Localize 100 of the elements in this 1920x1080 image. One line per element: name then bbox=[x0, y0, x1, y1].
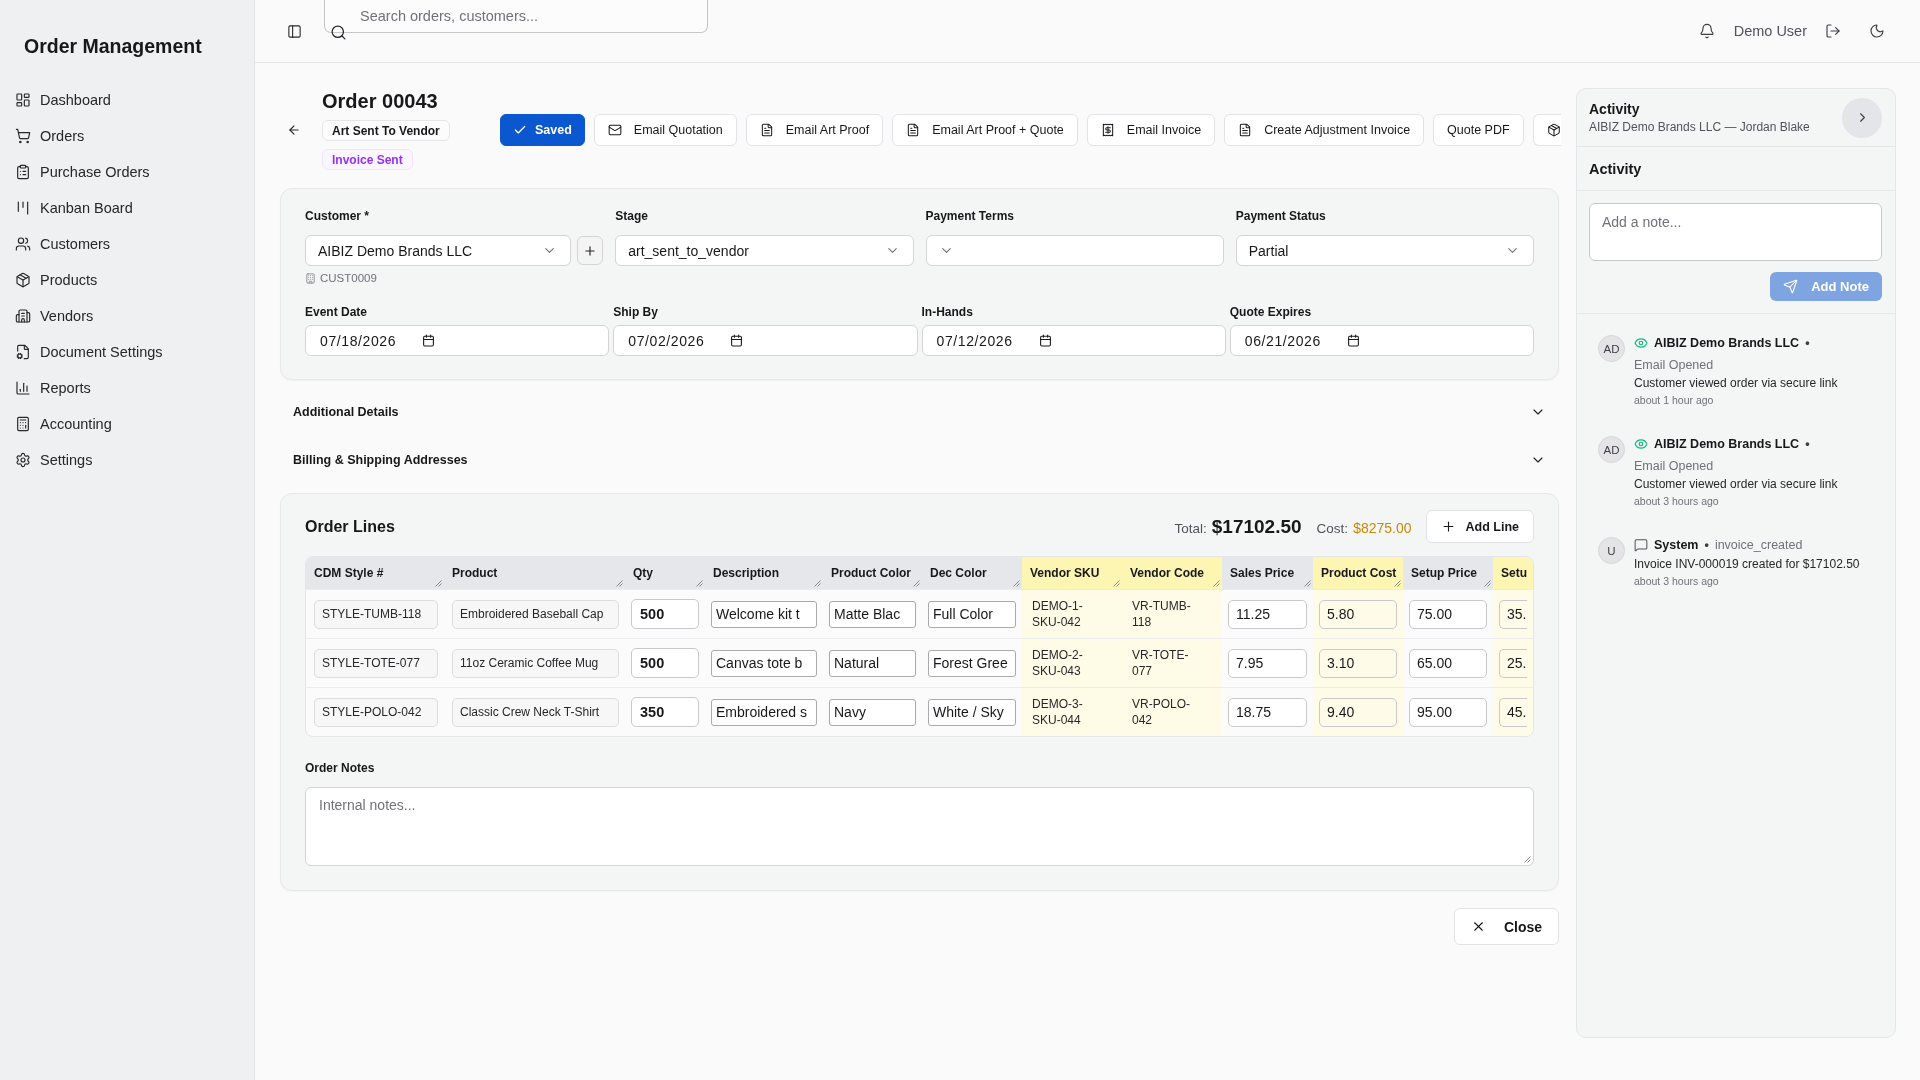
bell-icon[interactable] bbox=[1698, 23, 1715, 39]
price-input[interactable]: 25. bbox=[1499, 648, 1527, 678]
add-customer-button[interactable] bbox=[577, 236, 604, 265]
eye-icon bbox=[1634, 336, 1648, 350]
section-header[interactable]: Billing & Shipping Addresses bbox=[280, 436, 1559, 484]
sidebar-item[interactable]: Document Settings bbox=[8, 334, 246, 370]
plus-icon bbox=[583, 243, 598, 258]
sidebar-toggle-icon[interactable] bbox=[287, 23, 302, 39]
action-button[interactable]: Email Art Proof bbox=[745, 113, 884, 146]
price-input[interactable]: 11.25 bbox=[1228, 599, 1307, 629]
stage-select[interactable]: art_sent_to_vendor bbox=[615, 235, 914, 266]
date-input[interactable]: 07/18/2026 bbox=[305, 325, 610, 356]
resize-grip-icon[interactable] bbox=[913, 580, 920, 587]
sidebar-item[interactable]: Accounting bbox=[8, 406, 246, 442]
sidebar-item[interactable]: Kanban Board bbox=[8, 190, 246, 226]
close-button[interactable]: Close bbox=[1453, 908, 1559, 945]
action-button[interactable] bbox=[1532, 113, 1561, 146]
price-input[interactable]: 95.00 bbox=[1409, 697, 1487, 727]
price-input[interactable]: 65.00 bbox=[1409, 648, 1487, 678]
text-input[interactable]: Embroidered s bbox=[711, 698, 817, 726]
quantity-input[interactable]: 350 bbox=[631, 697, 699, 727]
code-field[interactable]: Embroidered Baseball Cap bbox=[452, 599, 619, 629]
receipt-icon bbox=[1100, 122, 1115, 137]
field-label: In-Hands bbox=[921, 305, 974, 320]
quantity-input[interactable]: 500 bbox=[631, 648, 699, 678]
field-label: Event Date bbox=[305, 305, 369, 320]
total-amount: $17102.50 bbox=[1211, 515, 1302, 538]
code-field[interactable]: STYLE-TUMB-118 bbox=[314, 599, 438, 629]
payment-status-select[interactable]: Partial bbox=[1235, 235, 1534, 266]
table-cell-text: VR-POLO-042 bbox=[1132, 696, 1191, 728]
resize-grip-icon[interactable] bbox=[1213, 580, 1220, 587]
text-input[interactable]: Canvas tote b bbox=[711, 649, 817, 677]
sidebar-item[interactable]: Orders bbox=[8, 118, 246, 154]
code-field[interactable]: STYLE-POLO-042 bbox=[314, 697, 438, 727]
date-input[interactable]: 07/12/2026 bbox=[921, 325, 1226, 356]
activity-event: Email Opened bbox=[1634, 357, 1715, 374]
text-input[interactable]: Natural bbox=[829, 649, 916, 677]
price-input[interactable]: 3.10 bbox=[1319, 648, 1397, 678]
resize-grip-icon[interactable] bbox=[1394, 580, 1401, 587]
code-field[interactable]: Classic Crew Neck T-Shirt bbox=[452, 697, 619, 727]
note-input[interactable]: Add a note... bbox=[1589, 203, 1882, 261]
action-button[interactable]: Create Adjustment Invoice bbox=[1224, 113, 1425, 146]
table-cell-text: VR-TUMB-118 bbox=[1132, 598, 1192, 630]
quantity-input[interactable]: 500 bbox=[631, 599, 699, 629]
price-input[interactable]: 5.80 bbox=[1319, 599, 1397, 629]
code-field[interactable]: STYLE-TOTE-077 bbox=[314, 648, 438, 678]
sidebar-item[interactable]: Vendors bbox=[8, 298, 246, 334]
price-input[interactable]: 45. bbox=[1499, 697, 1527, 727]
primary-action-button[interactable]: Saved bbox=[500, 113, 585, 146]
resize-grip-icon[interactable] bbox=[1524, 856, 1531, 863]
sidebar-item[interactable]: Customers bbox=[8, 226, 246, 262]
code-field[interactable]: 11oz Ceramic Coffee Mug bbox=[452, 648, 619, 678]
resize-grip-icon[interactable] bbox=[435, 580, 442, 587]
search-field[interactable]: Search orders, customers... bbox=[324, 0, 708, 33]
sidebar-item[interactable]: Settings bbox=[8, 442, 246, 478]
price-input[interactable]: 18.75 bbox=[1228, 697, 1307, 727]
action-button[interactable]: Email Art Proof + Quote bbox=[892, 113, 1078, 146]
sidebar-item[interactable]: Purchase Orders bbox=[8, 154, 246, 190]
date-input[interactable]: 07/02/2026 bbox=[613, 325, 918, 356]
section-header[interactable]: Additional Details bbox=[280, 388, 1559, 436]
text-input[interactable]: White / Sky bbox=[928, 698, 1016, 726]
table-cell-text: DEMO-2-SKU-043 bbox=[1032, 647, 1084, 679]
status-badge: Invoice Sent bbox=[322, 149, 413, 170]
price-input[interactable]: 7.95 bbox=[1228, 648, 1307, 678]
customer-select[interactable]: AIBIZ Demo Brands LLC bbox=[305, 235, 572, 266]
activity-message: Customer viewed order via secure link bbox=[1634, 476, 1838, 493]
resize-grip-icon[interactable] bbox=[814, 580, 821, 587]
text-input[interactable]: Navy bbox=[829, 698, 916, 726]
field-label: Ship By bbox=[613, 305, 659, 320]
moon-icon[interactable] bbox=[1869, 23, 1885, 39]
add-line-button[interactable]: Add Line bbox=[1425, 510, 1534, 543]
text-input[interactable]: Forest Gree bbox=[928, 649, 1016, 677]
resize-grip-icon[interactable] bbox=[1304, 580, 1311, 587]
column-header: Vendor SKU bbox=[1022, 557, 1122, 589]
resize-grip-icon[interactable] bbox=[616, 580, 623, 587]
notes-field[interactable]: Internal notes... bbox=[305, 787, 1534, 866]
resize-grip-icon[interactable] bbox=[1484, 580, 1491, 587]
sidebar-item[interactable]: Reports bbox=[8, 370, 246, 406]
field-label: Customer * bbox=[305, 209, 370, 224]
resize-grip-icon[interactable] bbox=[1113, 580, 1120, 587]
action-button[interactable]: Quote PDF bbox=[1433, 113, 1524, 146]
resize-grip-icon[interactable] bbox=[1013, 580, 1020, 587]
resize-grip-icon[interactable] bbox=[696, 580, 703, 587]
action-button[interactable]: Email Quotation bbox=[593, 113, 737, 146]
price-input[interactable]: 9.40 bbox=[1319, 697, 1397, 727]
document-icon bbox=[1238, 122, 1253, 137]
calendar-icon bbox=[1038, 334, 1052, 347]
price-input[interactable]: 35. bbox=[1499, 599, 1527, 629]
price-input[interactable]: 75.00 bbox=[1409, 599, 1487, 629]
text-input[interactable]: Full Color bbox=[928, 600, 1016, 628]
text-input[interactable]: Matte Blac bbox=[829, 600, 916, 628]
sidebar-item[interactable]: Dashboard bbox=[8, 82, 246, 118]
sidebar-item[interactable]: Products bbox=[8, 262, 246, 298]
box-icon bbox=[1546, 122, 1561, 137]
box-icon bbox=[15, 272, 31, 288]
text-input[interactable]: Welcome kit t bbox=[711, 600, 817, 628]
logout-icon[interactable] bbox=[1825, 23, 1841, 39]
action-button[interactable]: Email Invoice bbox=[1086, 113, 1216, 146]
date-input[interactable]: 06/21/2026 bbox=[1229, 325, 1534, 356]
activity-time: about 3 hours ago bbox=[1634, 574, 1720, 589]
